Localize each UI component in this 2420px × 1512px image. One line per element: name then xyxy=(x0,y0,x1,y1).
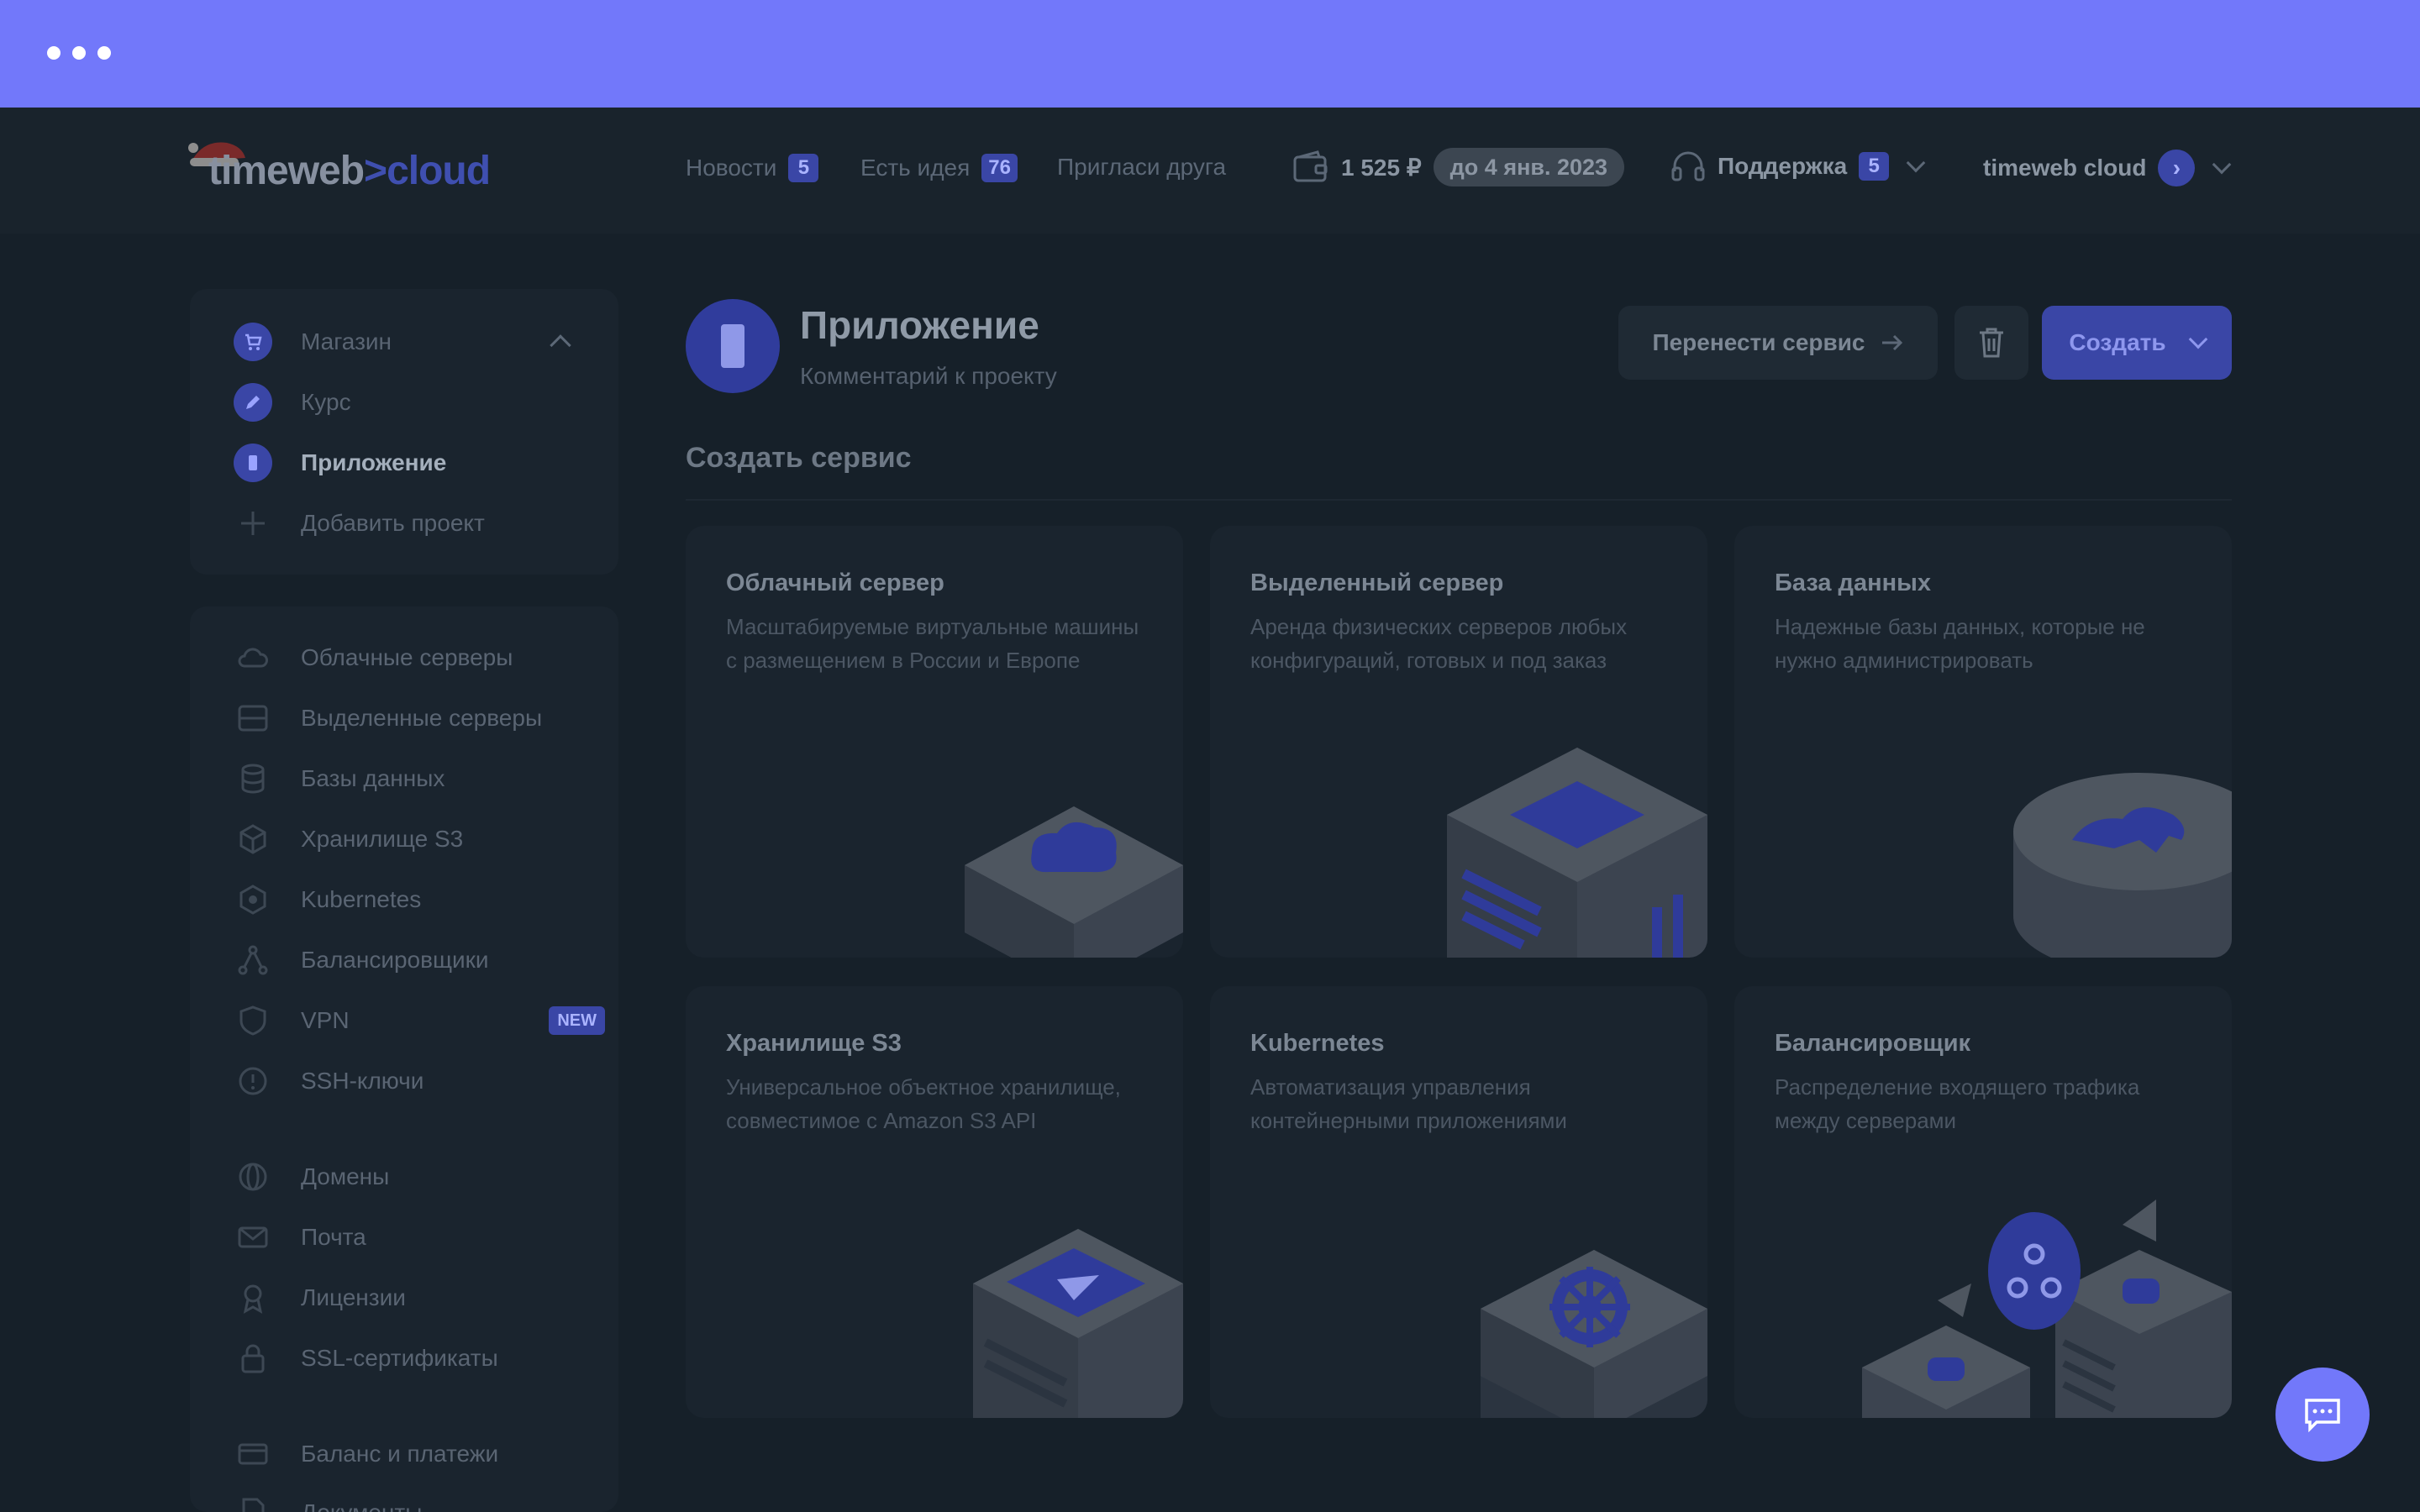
sidebar-item-ssl[interactable]: SSL-сертификаты xyxy=(234,1339,498,1378)
card-database[interactable]: База данных Надежные базы данных, которы… xyxy=(1734,526,2232,958)
license-icon xyxy=(234,1278,272,1317)
sidebar-item-domains[interactable]: Домены xyxy=(234,1158,389,1196)
card-kubernetes[interactable]: Kubernetes Автоматизация управления конт… xyxy=(1210,986,1707,1418)
card-cloud-server[interactable]: Облачный сервер Масштабируемые виртуальн… xyxy=(686,526,1183,958)
cloud-server-illustration xyxy=(965,806,1183,958)
plus-icon xyxy=(234,504,272,543)
lock-icon xyxy=(234,1339,272,1378)
sidebar-item-kubernetes[interactable]: Kubernetes xyxy=(234,880,421,919)
account-menu[interactable]: timeweb cloud › xyxy=(1983,150,2232,186)
page-title: Приложение xyxy=(800,303,1039,347)
sidebar-item-databases[interactable]: Базы данных xyxy=(234,759,445,798)
support-menu[interactable]: Поддержка 5 xyxy=(1670,150,1926,183)
sidebar-item-ssh-keys[interactable]: SSH-ключи xyxy=(234,1062,424,1100)
delete-project-button[interactable] xyxy=(1954,306,2028,380)
database-icon xyxy=(234,759,272,798)
kubernetes-illustration xyxy=(1481,1250,1707,1418)
card-s3-storage[interactable]: Хранилище S3 Универсальное объектное хра… xyxy=(686,986,1183,1418)
key-icon xyxy=(234,1062,272,1100)
sidebar-item-documents[interactable]: Документы xyxy=(234,1494,422,1512)
top-header: timeweb>cloud Новости 5 Есть идея 76 При… xyxy=(0,108,2420,234)
project-item-course[interactable]: Курс xyxy=(234,383,351,422)
create-button[interactable]: Создать xyxy=(2042,306,2232,380)
project-comment[interactable]: Комментарий к проекту xyxy=(800,363,1057,390)
dedicated-server-illustration xyxy=(1447,748,1707,958)
window-menu-dots[interactable] xyxy=(47,46,111,60)
transfer-service-button[interactable]: Перенести сервис xyxy=(1618,306,1938,380)
phone-icon xyxy=(234,444,272,482)
wallet-icon xyxy=(1293,150,1328,182)
idea-label: Есть идея xyxy=(860,155,971,181)
timeweb-cloud-logo[interactable]: timeweb>cloud xyxy=(208,148,491,194)
services-panel: Облачные серверы Выделенные серверы Базы… xyxy=(190,606,618,1512)
project-item-app[interactable]: Приложение xyxy=(234,444,446,482)
cube-icon xyxy=(234,820,272,858)
account-arrow-icon: › xyxy=(2158,150,2196,186)
mail-icon xyxy=(234,1218,272,1257)
sidebar-item-billing[interactable]: Баланс и платежи xyxy=(234,1435,498,1473)
browser-top-bar xyxy=(0,0,2420,108)
account-name: timeweb cloud xyxy=(1983,155,2147,181)
server-icon xyxy=(234,699,272,738)
idea-link[interactable]: Есть идея 76 xyxy=(860,154,1018,182)
s3-storage-illustration xyxy=(973,1229,1183,1418)
pencil-icon xyxy=(234,383,272,422)
phone-icon xyxy=(721,324,744,368)
project-item-shop[interactable]: Магазин xyxy=(234,323,392,361)
sidebar-item-mail[interactable]: Почта xyxy=(234,1218,366,1257)
cloud-icon xyxy=(234,638,272,677)
section-title: Создать сервис xyxy=(686,442,912,474)
sidebar-item-s3[interactable]: Хранилище S3 xyxy=(234,820,463,858)
collapse-chevron-icon[interactable] xyxy=(550,334,571,356)
news-link[interactable]: Новости 5 xyxy=(686,154,819,182)
globe-icon xyxy=(234,1158,272,1196)
section-divider xyxy=(686,499,2232,501)
chevron-down-icon xyxy=(1906,153,1926,173)
card-dedicated-server[interactable]: Выделенный сервер Аренда физических серв… xyxy=(1210,526,1707,958)
sidebar-item-balancers[interactable]: Балансировщики xyxy=(234,941,489,979)
idea-count-badge: 76 xyxy=(981,154,1018,182)
projects-panel: Магазин Курс Приложение Добавить проект xyxy=(190,289,618,575)
news-label: Новости xyxy=(686,155,777,181)
balancer-icon xyxy=(234,941,272,979)
sidebar-item-dedicated-servers[interactable]: Выделенные серверы xyxy=(234,699,542,738)
balance-until-pill: до 4 янв. 2023 xyxy=(1433,148,1625,186)
chevron-down-icon xyxy=(2188,329,2207,349)
database-illustration xyxy=(2013,773,2232,958)
chevron-down-icon xyxy=(2212,155,2232,175)
project-avatar xyxy=(686,299,780,393)
arrow-right-icon xyxy=(1881,334,1902,351)
add-project-button[interactable]: Добавить проект xyxy=(234,504,485,543)
invite-friend-link[interactable]: Пригласи друга xyxy=(1057,154,1226,181)
shield-icon xyxy=(234,1001,272,1040)
support-label: Поддержка xyxy=(1718,153,1848,179)
headphones-icon xyxy=(1671,151,1705,181)
news-count-badge: 5 xyxy=(788,154,819,182)
balance-widget[interactable]: 1 525 ₽ до 4 янв. 2023 xyxy=(1292,148,1625,186)
document-icon xyxy=(234,1494,272,1512)
kubernetes-icon xyxy=(234,880,272,919)
support-chat-button[interactable] xyxy=(2275,1368,2370,1462)
balance-amount: 1 525 ₽ xyxy=(1341,154,1422,181)
sidebar-item-vpn[interactable]: VPN NEW xyxy=(234,1001,605,1040)
chat-icon xyxy=(2305,1399,2340,1432)
sidebar-item-licenses[interactable]: Лицензии xyxy=(234,1278,406,1317)
balancer-illustration xyxy=(1862,1200,2232,1418)
card-icon xyxy=(234,1435,272,1473)
card-balancer[interactable]: Балансировщик Распределение входящего тр… xyxy=(1734,986,2232,1418)
trash-icon xyxy=(1980,328,2003,358)
sidebar-item-cloud-servers[interactable]: Облачные серверы xyxy=(234,638,513,677)
new-badge: NEW xyxy=(549,1006,605,1035)
cart-icon xyxy=(234,323,272,361)
support-count-badge: 5 xyxy=(1859,152,1890,181)
